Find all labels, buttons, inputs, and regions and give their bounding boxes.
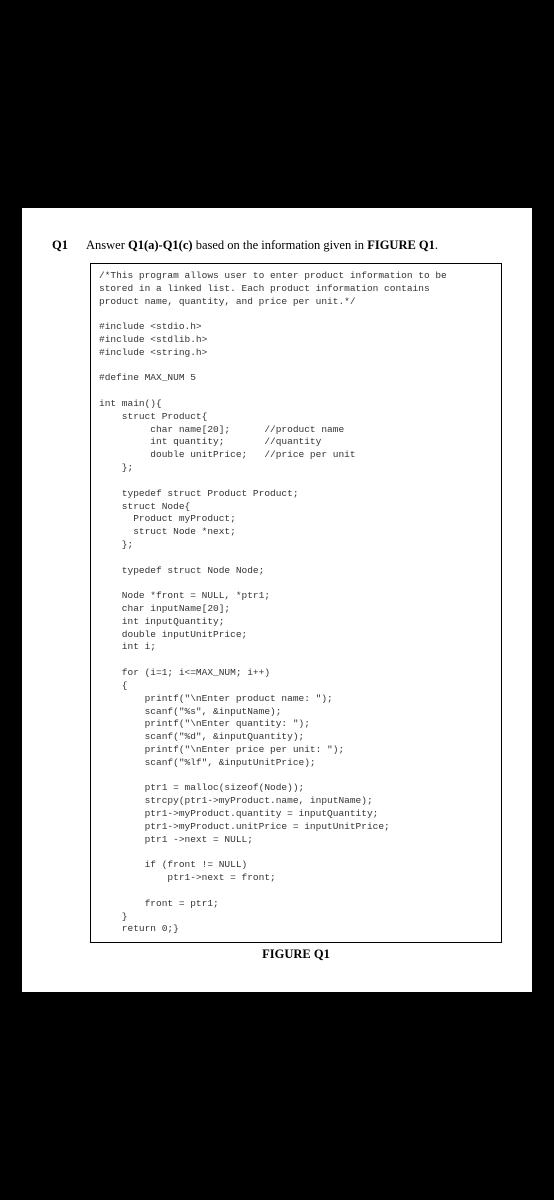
prompt-pre: Answer	[86, 238, 128, 252]
figure-caption: FIGURE Q1	[90, 947, 502, 962]
question-text: Answer Q1(a)-Q1(c) based on the informat…	[86, 238, 502, 253]
question-label: Q1	[52, 238, 68, 253]
question-header: Q1 Answer Q1(a)-Q1(c) based on the infor…	[52, 238, 502, 253]
prompt-bold2: FIGURE Q1	[367, 238, 435, 252]
prompt-mid: based on the information given in	[193, 238, 368, 252]
code-figure-box: /*This program allows user to enter prod…	[90, 263, 502, 943]
document-page: Q1 Answer Q1(a)-Q1(c) based on the infor…	[22, 208, 532, 992]
prompt-post: .	[435, 238, 438, 252]
prompt-bold1: Q1(a)-Q1(c)	[128, 238, 193, 252]
